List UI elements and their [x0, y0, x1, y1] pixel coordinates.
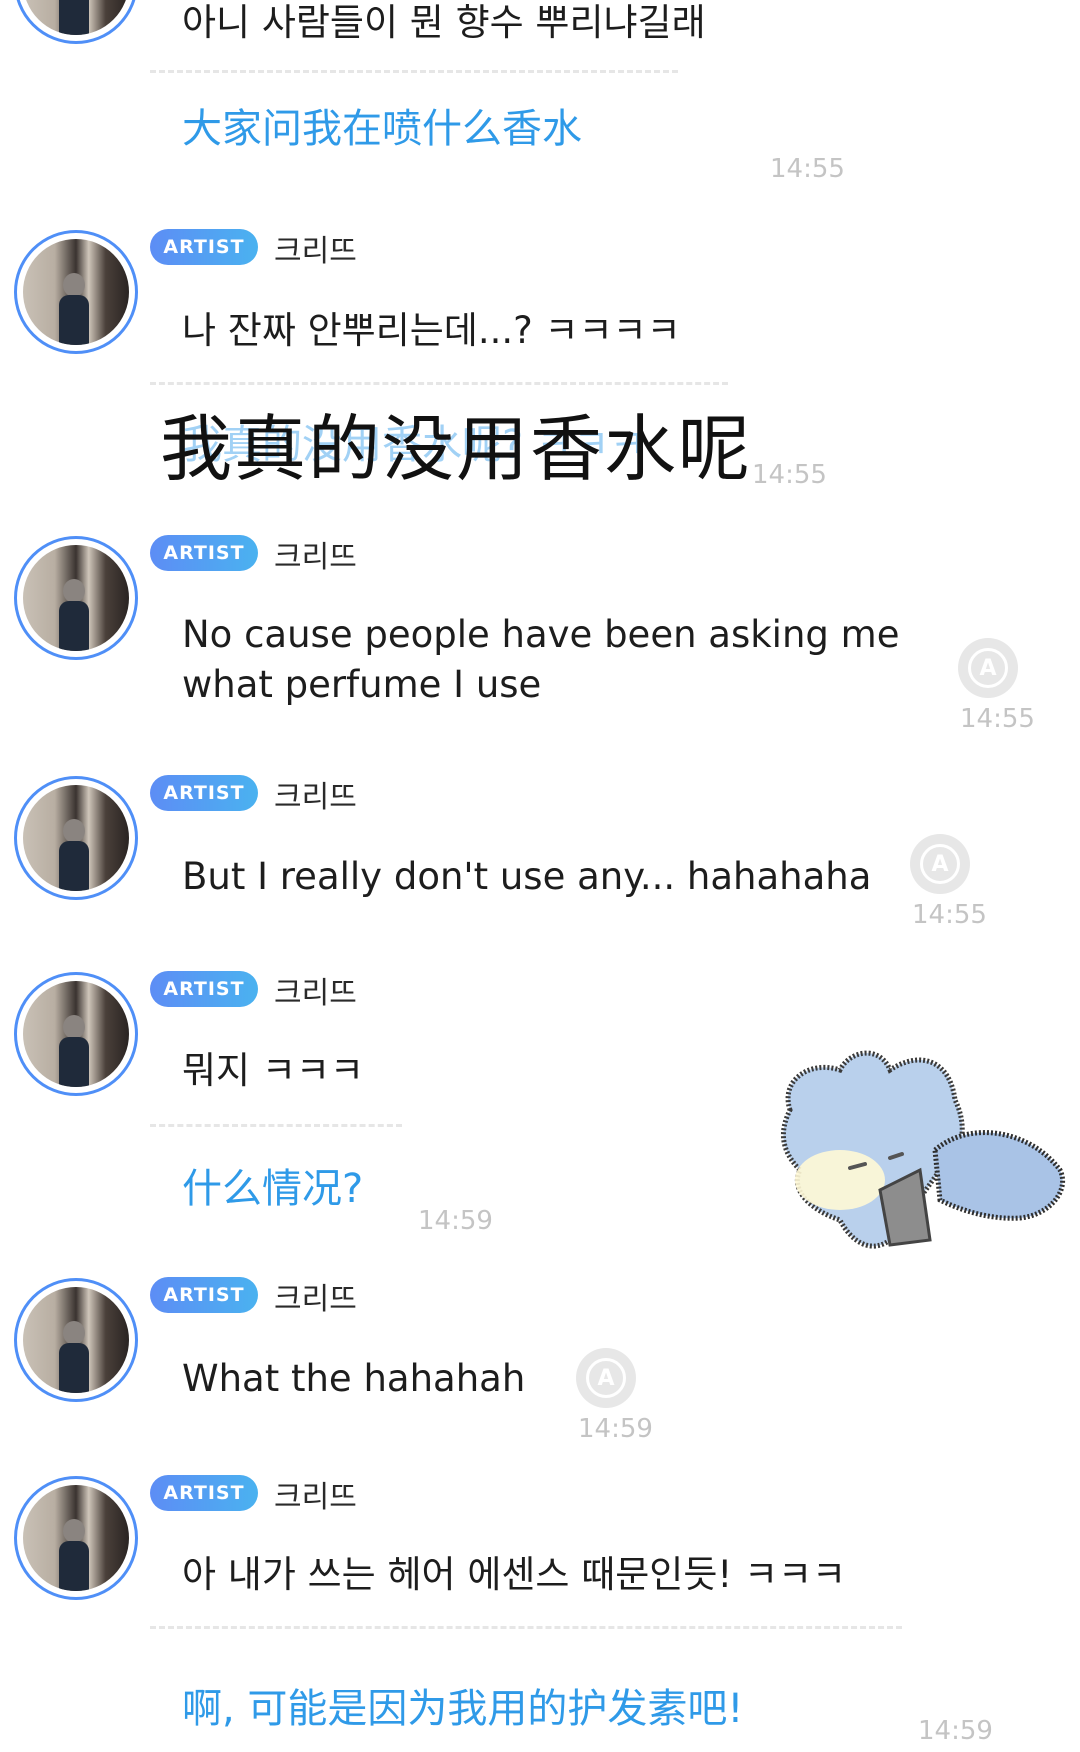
- message-timestamp: 14:55: [912, 900, 987, 930]
- message-original-text-line2: what perfume I use: [182, 663, 542, 706]
- sender-name: 크리뜨: [274, 976, 357, 1011]
- avatar[interactable]: [14, 1278, 138, 1402]
- sender-name: 크리뜨: [274, 1480, 357, 1515]
- message-original-text: What the hahahah: [182, 1357, 526, 1400]
- translate-icon[interactable]: A: [958, 638, 1018, 698]
- translate-icon[interactable]: A: [576, 1348, 636, 1408]
- avatar[interactable]: [14, 0, 138, 44]
- artist-badge: ARTIST: [150, 775, 258, 811]
- message-translation-text: 大家问我在喷什么香水: [182, 106, 582, 152]
- message-original-text: 아 내가 쓰는 헤어 에센스 때문인듯! ㅋㅋㅋ: [182, 1553, 847, 1596]
- sender-name: 크리뜨: [274, 780, 357, 815]
- artist-badge: ARTIST: [150, 1277, 258, 1313]
- message-timestamp: 14:59: [918, 1716, 993, 1746]
- overlay-caption: 我真的没用香水呢: [160, 407, 753, 491]
- message-original-text: But I really don't use any... hahahaha: [182, 855, 872, 898]
- sender-name: 크리뜨: [274, 1282, 357, 1317]
- sender-name: 크리뜨: [274, 540, 357, 575]
- message-timestamp: 14:59: [418, 1206, 493, 1236]
- message-original-text: 뭐지 ㅋㅋㅋ: [182, 1049, 364, 1092]
- artist-badge: ARTIST: [150, 1475, 258, 1511]
- translate-icon[interactable]: A: [910, 834, 970, 894]
- translation-divider: [150, 382, 728, 385]
- artist-badge: ARTIST: [150, 971, 258, 1007]
- avatar[interactable]: [14, 972, 138, 1096]
- message-original-text: 나 잔짜 안뿌리는데...? ㅋㅋㅋㅋ: [182, 309, 681, 352]
- message-translation-text: 什么情况?: [182, 1166, 364, 1212]
- avatar[interactable]: [14, 1476, 138, 1600]
- avatar[interactable]: [14, 776, 138, 900]
- translation-divider: [150, 1626, 902, 1629]
- message-translation-text: 啊, 可能是因为我用的护发素吧!: [182, 1686, 744, 1732]
- translation-divider: [150, 70, 678, 73]
- artist-badge: ARTIST: [150, 535, 258, 571]
- artist-badge: ARTIST: [150, 229, 258, 265]
- message-original-text: 아니 사람들이 뭔 향수 뿌리냐길래: [182, 1, 706, 44]
- translation-divider: [150, 1124, 402, 1127]
- avatar[interactable]: [14, 230, 138, 354]
- message-timestamp: 14:55: [960, 704, 1035, 734]
- message-timestamp: 14:55: [752, 460, 827, 490]
- message-timestamp: 14:55: [770, 154, 845, 184]
- message-timestamp: 14:59: [578, 1414, 653, 1444]
- cat-sticker: [780, 1050, 1066, 1249]
- avatar[interactable]: [14, 536, 138, 660]
- message-original-text-line1: No cause people have been asking me: [182, 613, 900, 656]
- sender-name: 크리뜨: [274, 234, 357, 269]
